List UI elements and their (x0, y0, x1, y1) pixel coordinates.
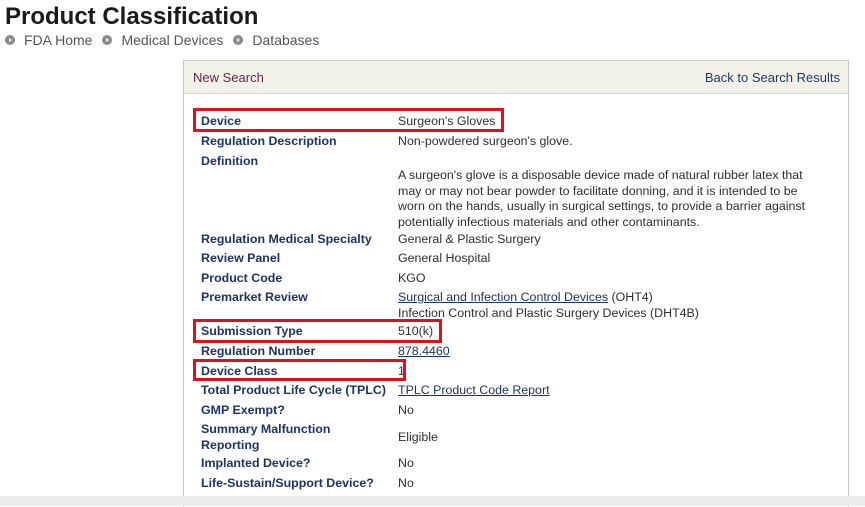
field-value-review-panel: General Hospital (398, 251, 491, 265)
breadcrumb-link-fda-home[interactable]: FDA Home (24, 32, 92, 48)
field-value-regulation-number: 878.4460 (398, 344, 823, 360)
breadcrumb-item-databases[interactable]: Databases (233, 32, 319, 48)
field-value-life-sustain: No (398, 476, 414, 490)
field-value-summary-malfunction: Eligible (398, 430, 438, 444)
field-value-device-class: 1 (398, 364, 405, 378)
field-value-tplc: TPLC Product Code Report (398, 383, 823, 399)
breadcrumb-link-medical-devices[interactable]: Medical Devices (121, 32, 223, 48)
panel-header: New Search Back to Search Results (184, 61, 848, 94)
field-value-submission-type: 510(k) (398, 324, 434, 338)
field-label-tplc: Total Product Life Cycle (TPLC) (201, 383, 386, 397)
premarket-review-line2: Infection Control and Plastic Surgery De… (398, 305, 699, 320)
field-value-regulation-description: Non-powdered surgeon's glove. (398, 134, 573, 148)
field-label-regulation-description: Regulation Description (201, 134, 337, 148)
field-label-regulation-medical-specialty: Regulation Medical Specialty (201, 232, 372, 246)
field-label-regulation-number: Regulation Number (201, 344, 316, 358)
arrow-circle-icon (233, 35, 244, 45)
arrow-circle-icon (5, 35, 15, 45)
field-label-definition: Definition (201, 154, 259, 168)
highlight-box-device-class (193, 359, 406, 381)
breadcrumb-item-fda-home[interactable]: FDA Home (5, 32, 92, 48)
arrow-circle-icon (102, 35, 113, 45)
field-label-premarket-review: Premarket Review (201, 290, 308, 304)
field-value-regulation-medical-specialty: General & Plastic Surgery (398, 232, 541, 246)
field-value-premarket-review: Surgical and Infection Control Devices (… (398, 290, 823, 321)
field-value-implanted-device: No (398, 456, 414, 470)
highlight-box-submission-type (193, 319, 442, 343)
premarket-review-suffix: (OHT4) (608, 290, 653, 304)
new-search-link[interactable]: New Search (193, 70, 264, 85)
field-label-product-code: Product Code (201, 271, 283, 285)
field-label-summary-malfunction: Summary Malfunction Reporting (201, 422, 331, 452)
breadcrumb-link-databases[interactable]: Databases (252, 32, 319, 48)
page-bottom-strip (0, 496, 865, 506)
page-title: Product Classification (5, 3, 259, 30)
breadcrumb-item-medical-devices[interactable]: Medical Devices (102, 32, 223, 48)
field-label-gmp-exempt: GMP Exempt? (201, 403, 285, 417)
field-value-gmp-exempt: No (398, 403, 414, 417)
tplc-report-link[interactable]: TPLC Product Code Report (398, 383, 550, 397)
field-label-implanted-device: Implanted Device? (201, 456, 311, 470)
back-to-search-results-link[interactable]: Back to Search Results (705, 70, 840, 85)
field-value-definition: A surgeon's glove is a disposable device… (398, 168, 806, 229)
field-label-review-panel: Review Panel (201, 251, 281, 265)
regulation-number-link[interactable]: 878.4460 (398, 344, 450, 358)
classification-panel: New Search Back to Search Results Device… (183, 60, 849, 507)
highlight-box-device (193, 108, 504, 132)
field-value-product-code: KGO (398, 271, 426, 285)
premarket-review-link[interactable]: Surgical and Infection Control Devices (398, 290, 608, 304)
breadcrumb: FDA Home Medical Devices Databases (5, 32, 329, 48)
field-label-life-sustain: Life-Sustain/Support Device? (201, 476, 374, 490)
